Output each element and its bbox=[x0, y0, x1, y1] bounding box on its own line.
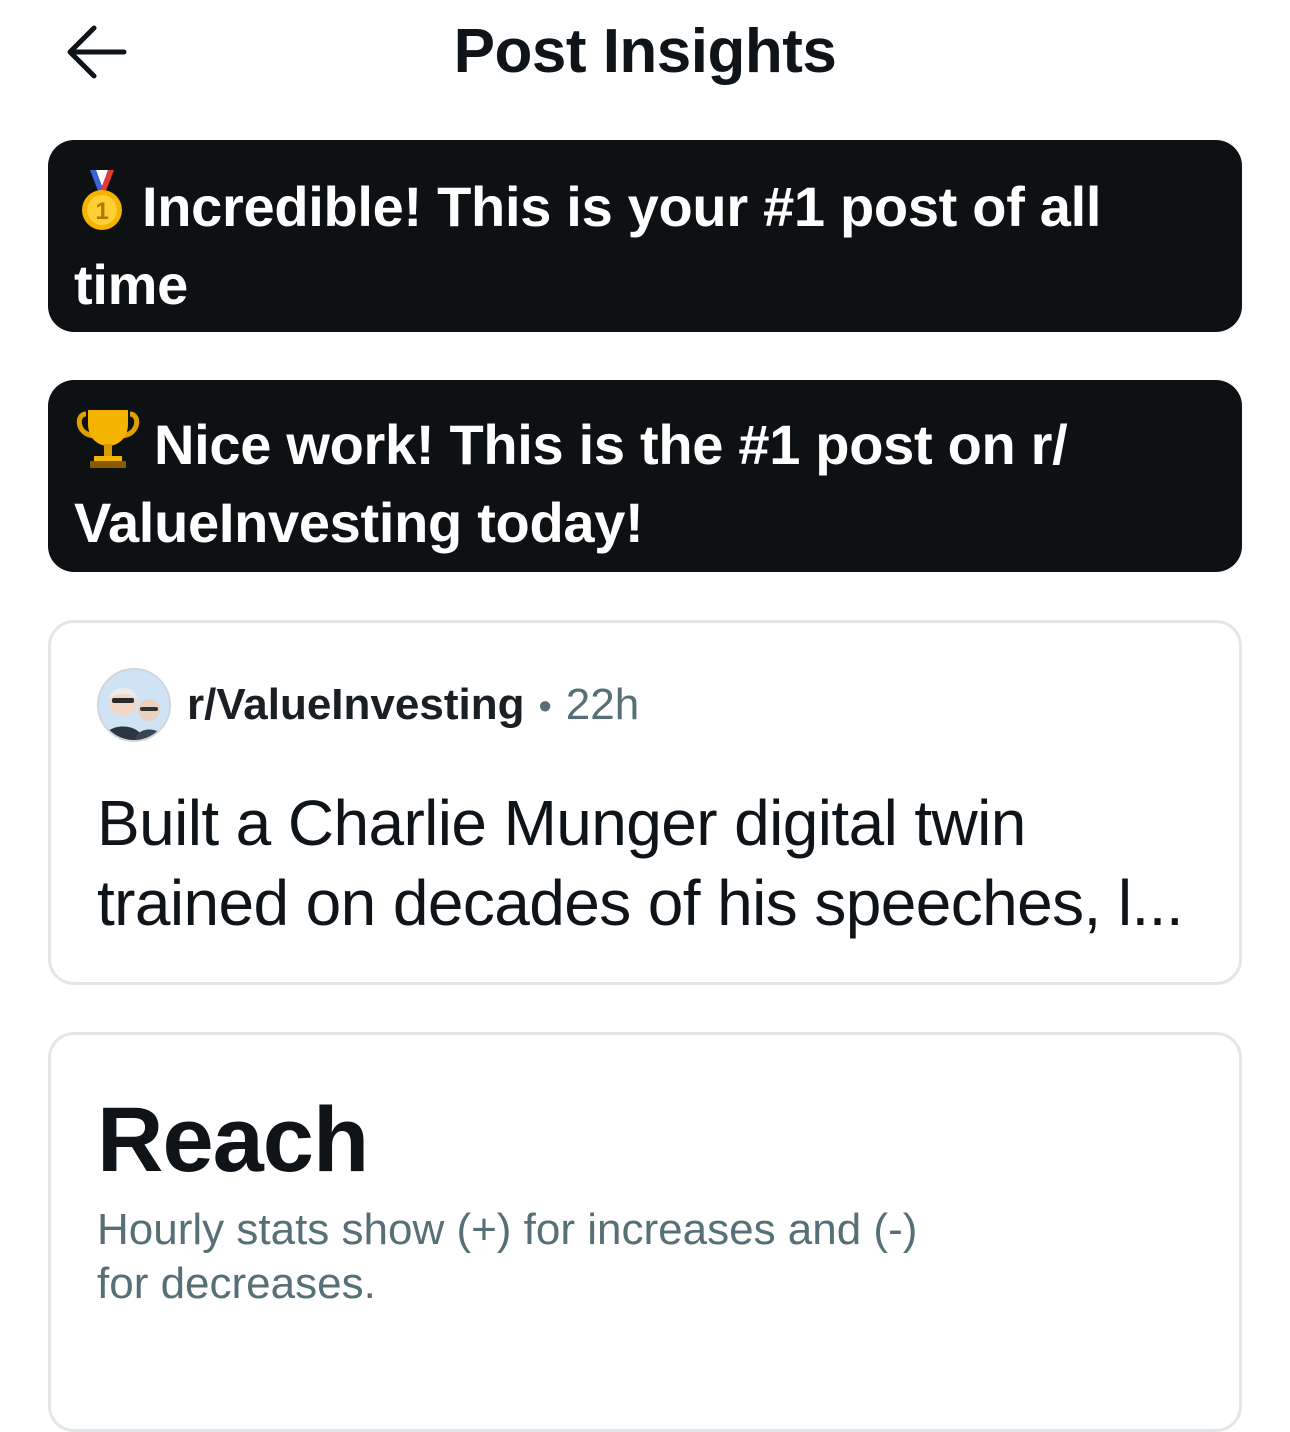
subreddit-name[interactable]: r/ValueInvesting bbox=[187, 680, 524, 729]
subreddit-avatar bbox=[97, 668, 171, 742]
page-title: Post Insights bbox=[453, 17, 837, 86]
first-place-medal-icon: 1 bbox=[74, 168, 130, 249]
reach-subtitle-line: Hourly stats show (+) for increases and … bbox=[97, 1205, 918, 1254]
subreddit-top-post-banner: Nice work! This is the #1 post on r/ Val… bbox=[48, 380, 1242, 572]
reach-subtitle-line: for decreases. bbox=[97, 1259, 376, 1308]
post-age: 22h bbox=[565, 680, 640, 729]
post-meta: r/ValueInvesting • 22h bbox=[187, 677, 639, 735]
post-preview-card[interactable]: r/ValueInvesting • 22h Built a Charlie Mun… bbox=[48, 620, 1242, 985]
meta-separator: • bbox=[538, 686, 552, 728]
svg-text:1: 1 bbox=[95, 198, 108, 225]
reach-card: Reach Hourly stats show (+) for increase… bbox=[48, 1032, 1242, 1432]
banner-text: Incredible! This is your #1 post of all … bbox=[74, 175, 1102, 316]
banner-text: Nice work! This is the #1 post on r/ Val… bbox=[74, 413, 1068, 554]
top-bar: Post Insights bbox=[0, 0, 1290, 110]
reach-title: Reach bbox=[97, 1089, 369, 1191]
top-post-banner: 1 Incredible! This is your #1 post of al… bbox=[48, 140, 1242, 332]
reach-subtitle: Hourly stats show (+) for increases and … bbox=[97, 1203, 997, 1311]
post-title-line: Built a Charlie Munger digital twin bbox=[97, 787, 1026, 859]
post-title: Built a Charlie Munger digital twin trai… bbox=[97, 783, 1207, 943]
post-title-line: trained on decades of his speeches, l... bbox=[97, 867, 1184, 939]
trophy-icon bbox=[74, 408, 142, 487]
